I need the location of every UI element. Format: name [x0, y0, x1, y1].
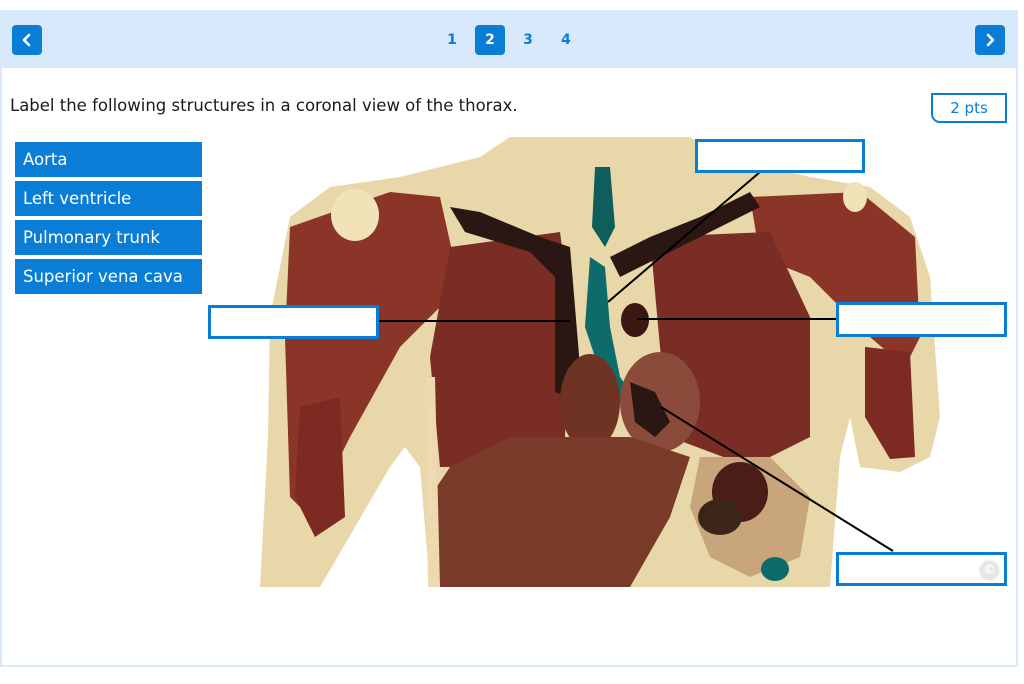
dropzone-right[interactable]: [836, 302, 1007, 337]
copyright-icon: ©: [980, 561, 999, 580]
page-4[interactable]: 4: [551, 25, 581, 55]
chevron-left-icon: [22, 33, 31, 47]
bowel-loop-1: [698, 499, 742, 535]
next-button[interactable]: [975, 25, 1005, 55]
points-badge: 2 pts: [931, 93, 1007, 123]
thorax-coronal-image: [250, 137, 950, 587]
bowel-loop-2: [761, 557, 789, 581]
page-pagination: 1 2 3 4: [437, 25, 581, 55]
dropzone-left[interactable]: [208, 305, 379, 339]
page-3[interactable]: 3: [513, 25, 543, 55]
previous-button[interactable]: [12, 25, 42, 55]
left-humeral-head: [331, 189, 379, 241]
right-humeral-head: [843, 182, 867, 212]
dropzone-top[interactable]: [695, 139, 865, 173]
right-atrium: [560, 354, 620, 450]
aortic-arch: [621, 303, 649, 337]
thorax-illustration: [260, 137, 940, 587]
choice-pulmonary-trunk[interactable]: Pulmonary trunk: [15, 220, 202, 255]
choice-superior-vena-cava[interactable]: Superior vena cava: [15, 259, 202, 294]
question-prompt: Label the following structures in a coro…: [10, 96, 518, 115]
chevron-right-icon: [986, 33, 995, 47]
choice-left-ventricle[interactable]: Left ventricle: [15, 181, 202, 216]
label-choices: Aorta Left ventricle Pulmonary trunk Sup…: [15, 142, 202, 298]
page-1[interactable]: 1: [437, 25, 467, 55]
page-2-current[interactable]: 2: [475, 25, 505, 55]
choice-aorta[interactable]: Aorta: [15, 142, 202, 177]
